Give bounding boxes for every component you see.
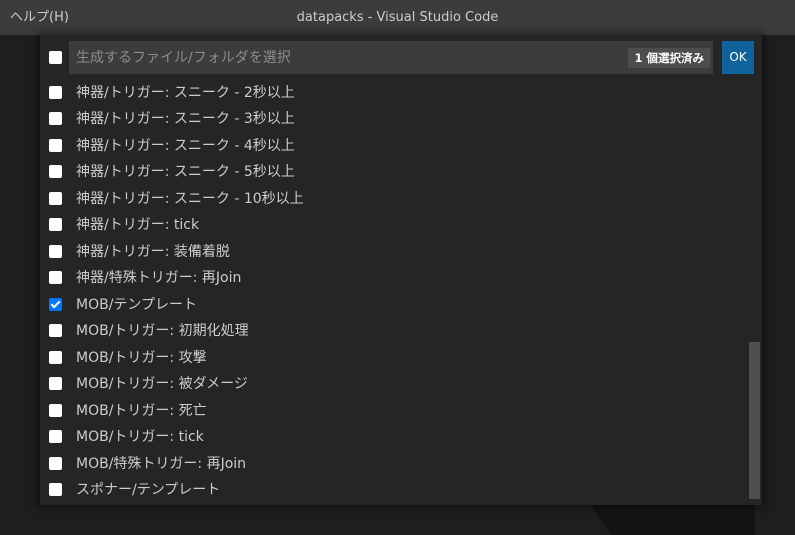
item-label: 神器/トリガー: スニーク - 10秒以上	[76, 191, 304, 207]
item-checkbox[interactable]	[49, 324, 62, 337]
item-checkbox-checked[interactable]	[49, 298, 62, 311]
ok-button[interactable]: OK	[722, 41, 754, 74]
item-checkbox[interactable]	[49, 483, 62, 496]
item-checkbox[interactable]	[49, 457, 62, 470]
list-item[interactable]: MOB/テンプレート	[40, 293, 748, 319]
item-checkbox[interactable]	[49, 404, 62, 417]
item-checkbox[interactable]	[49, 139, 62, 152]
item-checkbox[interactable]	[49, 86, 62, 99]
item-label: 神器/トリガー: 装備着脱	[76, 244, 230, 260]
quick-pick-panel: 1 個選択済み OK 神器/トリガー: スニーク - 2秒以上 神器/トリガー:…	[40, 35, 762, 505]
item-label: 神器/トリガー: スニーク - 2秒以上	[76, 85, 295, 101]
item-checkbox[interactable]	[49, 245, 62, 258]
list-item[interactable]: MOB/トリガー: tick	[40, 425, 748, 451]
quick-pick-input-box[interactable]: 1 個選択済み	[69, 41, 713, 74]
item-label: 神器/特殊トリガー: 再Join	[76, 270, 242, 286]
menu-help[interactable]: ヘルプ(H)	[10, 0, 69, 35]
window-title: datapacks - Visual Studio Code	[296, 10, 499, 25]
list-item[interactable]: 神器/トリガー: スニーク - 2秒以上	[40, 81, 748, 107]
list-item[interactable]: MOB/トリガー: 初期化処理	[40, 319, 748, 345]
list-item[interactable]: MOB/特殊トリガー: 再Join	[40, 452, 748, 478]
list-item[interactable]: 神器/特殊トリガー: 再Join	[40, 266, 748, 292]
item-label: MOB/トリガー: tick	[76, 429, 204, 445]
item-checkbox[interactable]	[49, 271, 62, 284]
list-scrollbar[interactable]	[749, 342, 760, 499]
item-checkbox[interactable]	[49, 377, 62, 390]
item-checkbox[interactable]	[49, 351, 62, 364]
item-label: 神器/トリガー: tick	[76, 217, 200, 233]
title-bar: datapacks - Visual Studio Code ヘルプ(H)	[0, 0, 795, 35]
item-label: MOB/トリガー: 攻撃	[76, 350, 207, 366]
select-all-checkbox[interactable]	[49, 51, 62, 64]
item-checkbox[interactable]	[49, 165, 62, 178]
item-label: 神器/トリガー: スニーク - 5秒以上	[76, 164, 295, 180]
list-item[interactable]: 神器/トリガー: スニーク - 3秒以上	[40, 107, 748, 133]
list-item[interactable]: MOB/トリガー: 攻撃	[40, 346, 748, 372]
item-label: MOB/トリガー: 被ダメージ	[76, 376, 248, 392]
item-checkbox[interactable]	[49, 112, 62, 125]
item-checkbox[interactable]	[49, 192, 62, 205]
item-label: 神器/トリガー: スニーク - 4秒以上	[76, 138, 295, 154]
item-label: MOB/トリガー: 死亡	[76, 403, 207, 419]
item-label: スポナー/テンプレート	[76, 482, 221, 498]
item-label: 神器/トリガー: スニーク - 3秒以上	[76, 111, 295, 127]
list-item[interactable]: 神器/トリガー: 装備着脱	[40, 240, 748, 266]
list-item[interactable]: MOB/トリガー: 被ダメージ	[40, 372, 748, 398]
list-item[interactable]: 神器/トリガー: スニーク - 10秒以上	[40, 187, 748, 213]
item-label: MOB/トリガー: 初期化処理	[76, 323, 249, 339]
item-label: MOB/テンプレート	[76, 297, 197, 313]
quick-pick-list: 神器/トリガー: スニーク - 2秒以上 神器/トリガー: スニーク - 3秒以…	[40, 81, 762, 505]
list-item[interactable]: 神器/トリガー: スニーク - 4秒以上	[40, 134, 748, 160]
list-item[interactable]: 神器/トリガー: tick	[40, 213, 748, 239]
item-checkbox[interactable]	[49, 430, 62, 443]
quick-pick-input[interactable]	[69, 41, 616, 74]
list-item[interactable]: 神器/トリガー: スニーク - 5秒以上	[40, 160, 748, 186]
item-label: MOB/特殊トリガー: 再Join	[76, 456, 247, 472]
list-item[interactable]: スポナー/テンプレート	[40, 478, 748, 504]
quick-pick-header: 1 個選択済み OK	[40, 35, 762, 81]
item-checkbox[interactable]	[49, 218, 62, 231]
selected-count-badge: 1 個選択済み	[628, 48, 710, 68]
list-item[interactable]: MOB/トリガー: 死亡	[40, 399, 748, 425]
